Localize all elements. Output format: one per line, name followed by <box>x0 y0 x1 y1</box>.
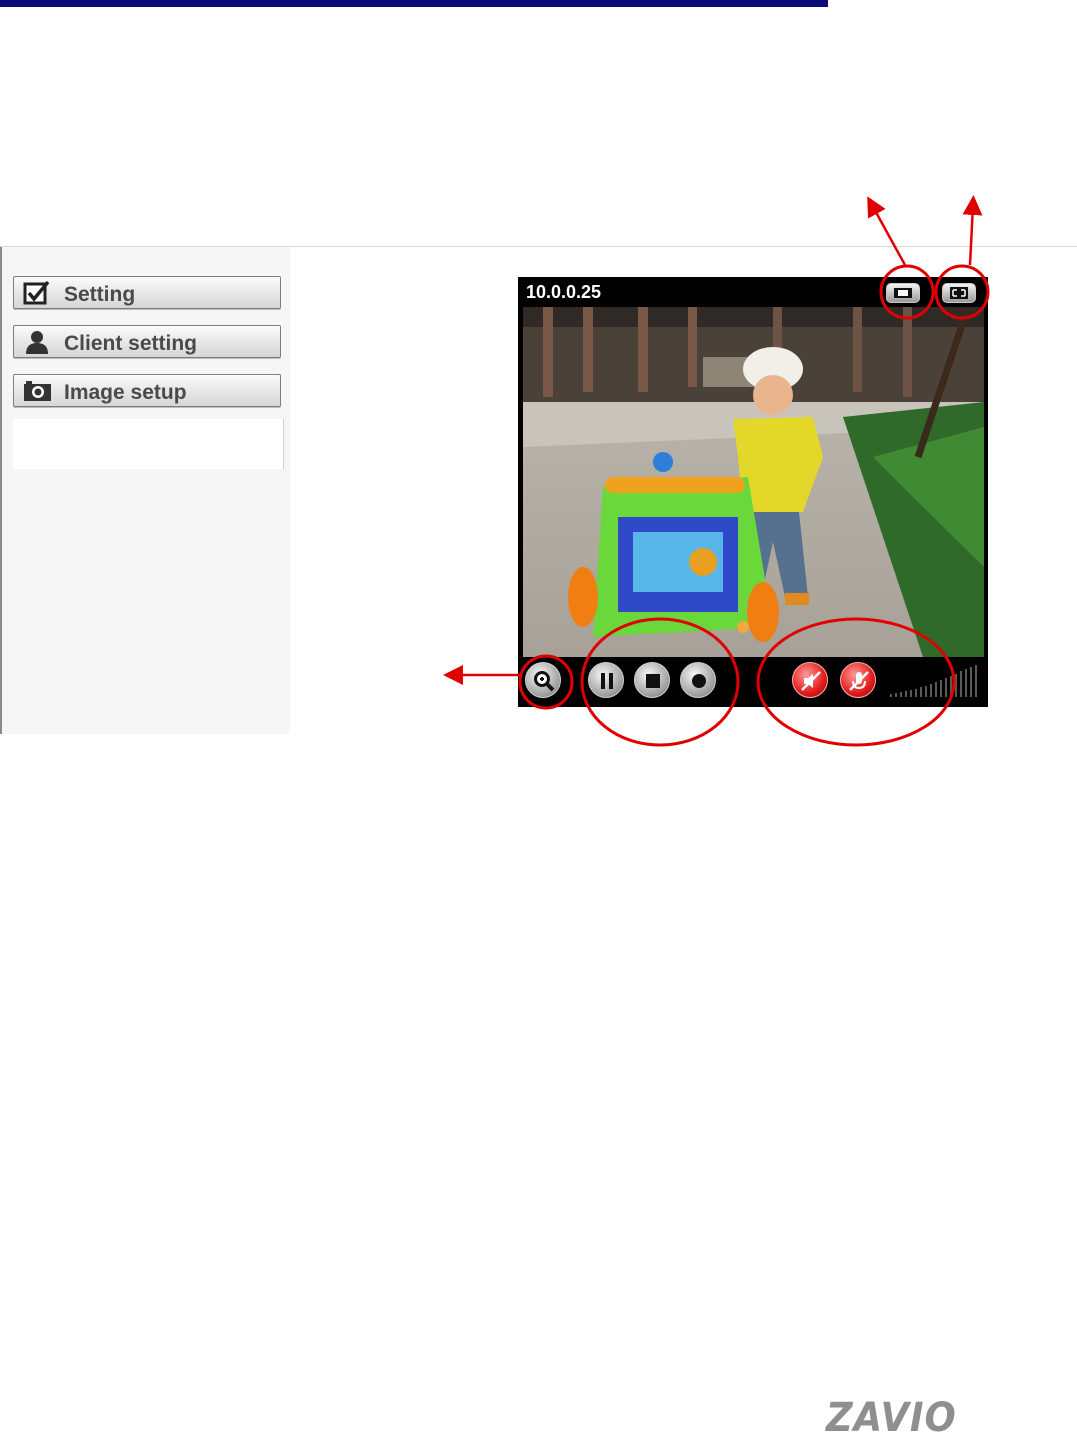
sidebar-item-label: Image setup <box>64 381 187 404</box>
user-icon <box>26 331 48 354</box>
microphone-mute-button[interactable] <box>840 662 876 698</box>
camera-icon <box>24 381 51 401</box>
live-video-feed[interactable] <box>523 307 984 657</box>
record-icon <box>692 674 706 688</box>
camera-ip-address: 10.0.0.25 <box>526 282 602 302</box>
volume-level-bar[interactable] <box>888 665 980 697</box>
speaker-mute-button[interactable] <box>792 662 828 698</box>
checkbox-icon <box>23 281 50 305</box>
pause-icon <box>601 673 613 689</box>
sidebar-item-label: Client setting <box>64 332 198 355</box>
sidebar-item-setting[interactable]: Setting <box>13 276 281 309</box>
fullscreen-icon <box>950 287 968 299</box>
stop-icon <box>646 674 660 688</box>
microphone-mute-icon <box>849 671 869 691</box>
annotation-arrow-fullscreen <box>962 195 983 266</box>
window-size-icon <box>894 288 912 298</box>
zoom-icon <box>534 671 555 692</box>
window-size-button[interactable] <box>886 283 920 303</box>
camera-image <box>523 307 984 657</box>
record-button[interactable] <box>680 662 716 698</box>
sidebar-item-image-setup[interactable]: Image setup <box>13 374 281 407</box>
zavio-logo: ZAVIO <box>826 1395 957 1441</box>
digital-zoom-button[interactable] <box>525 662 561 698</box>
live-view-player: 10.0.0.25 <box>518 277 988 707</box>
annotation-arrow-window-size <box>867 196 907 266</box>
sidebar-item-label: Setting <box>64 283 136 306</box>
pause-button[interactable] <box>588 662 624 698</box>
stop-button[interactable] <box>634 662 670 698</box>
sidebar-item-client-setting[interactable]: Client setting <box>13 325 281 358</box>
header-rule <box>0 0 828 7</box>
sidebar-blank-panel <box>13 419 284 469</box>
sidebar: Setting Client setting Image setup <box>2 247 290 734</box>
speaker-mute-icon <box>801 671 821 691</box>
fullscreen-button[interactable] <box>942 283 976 303</box>
